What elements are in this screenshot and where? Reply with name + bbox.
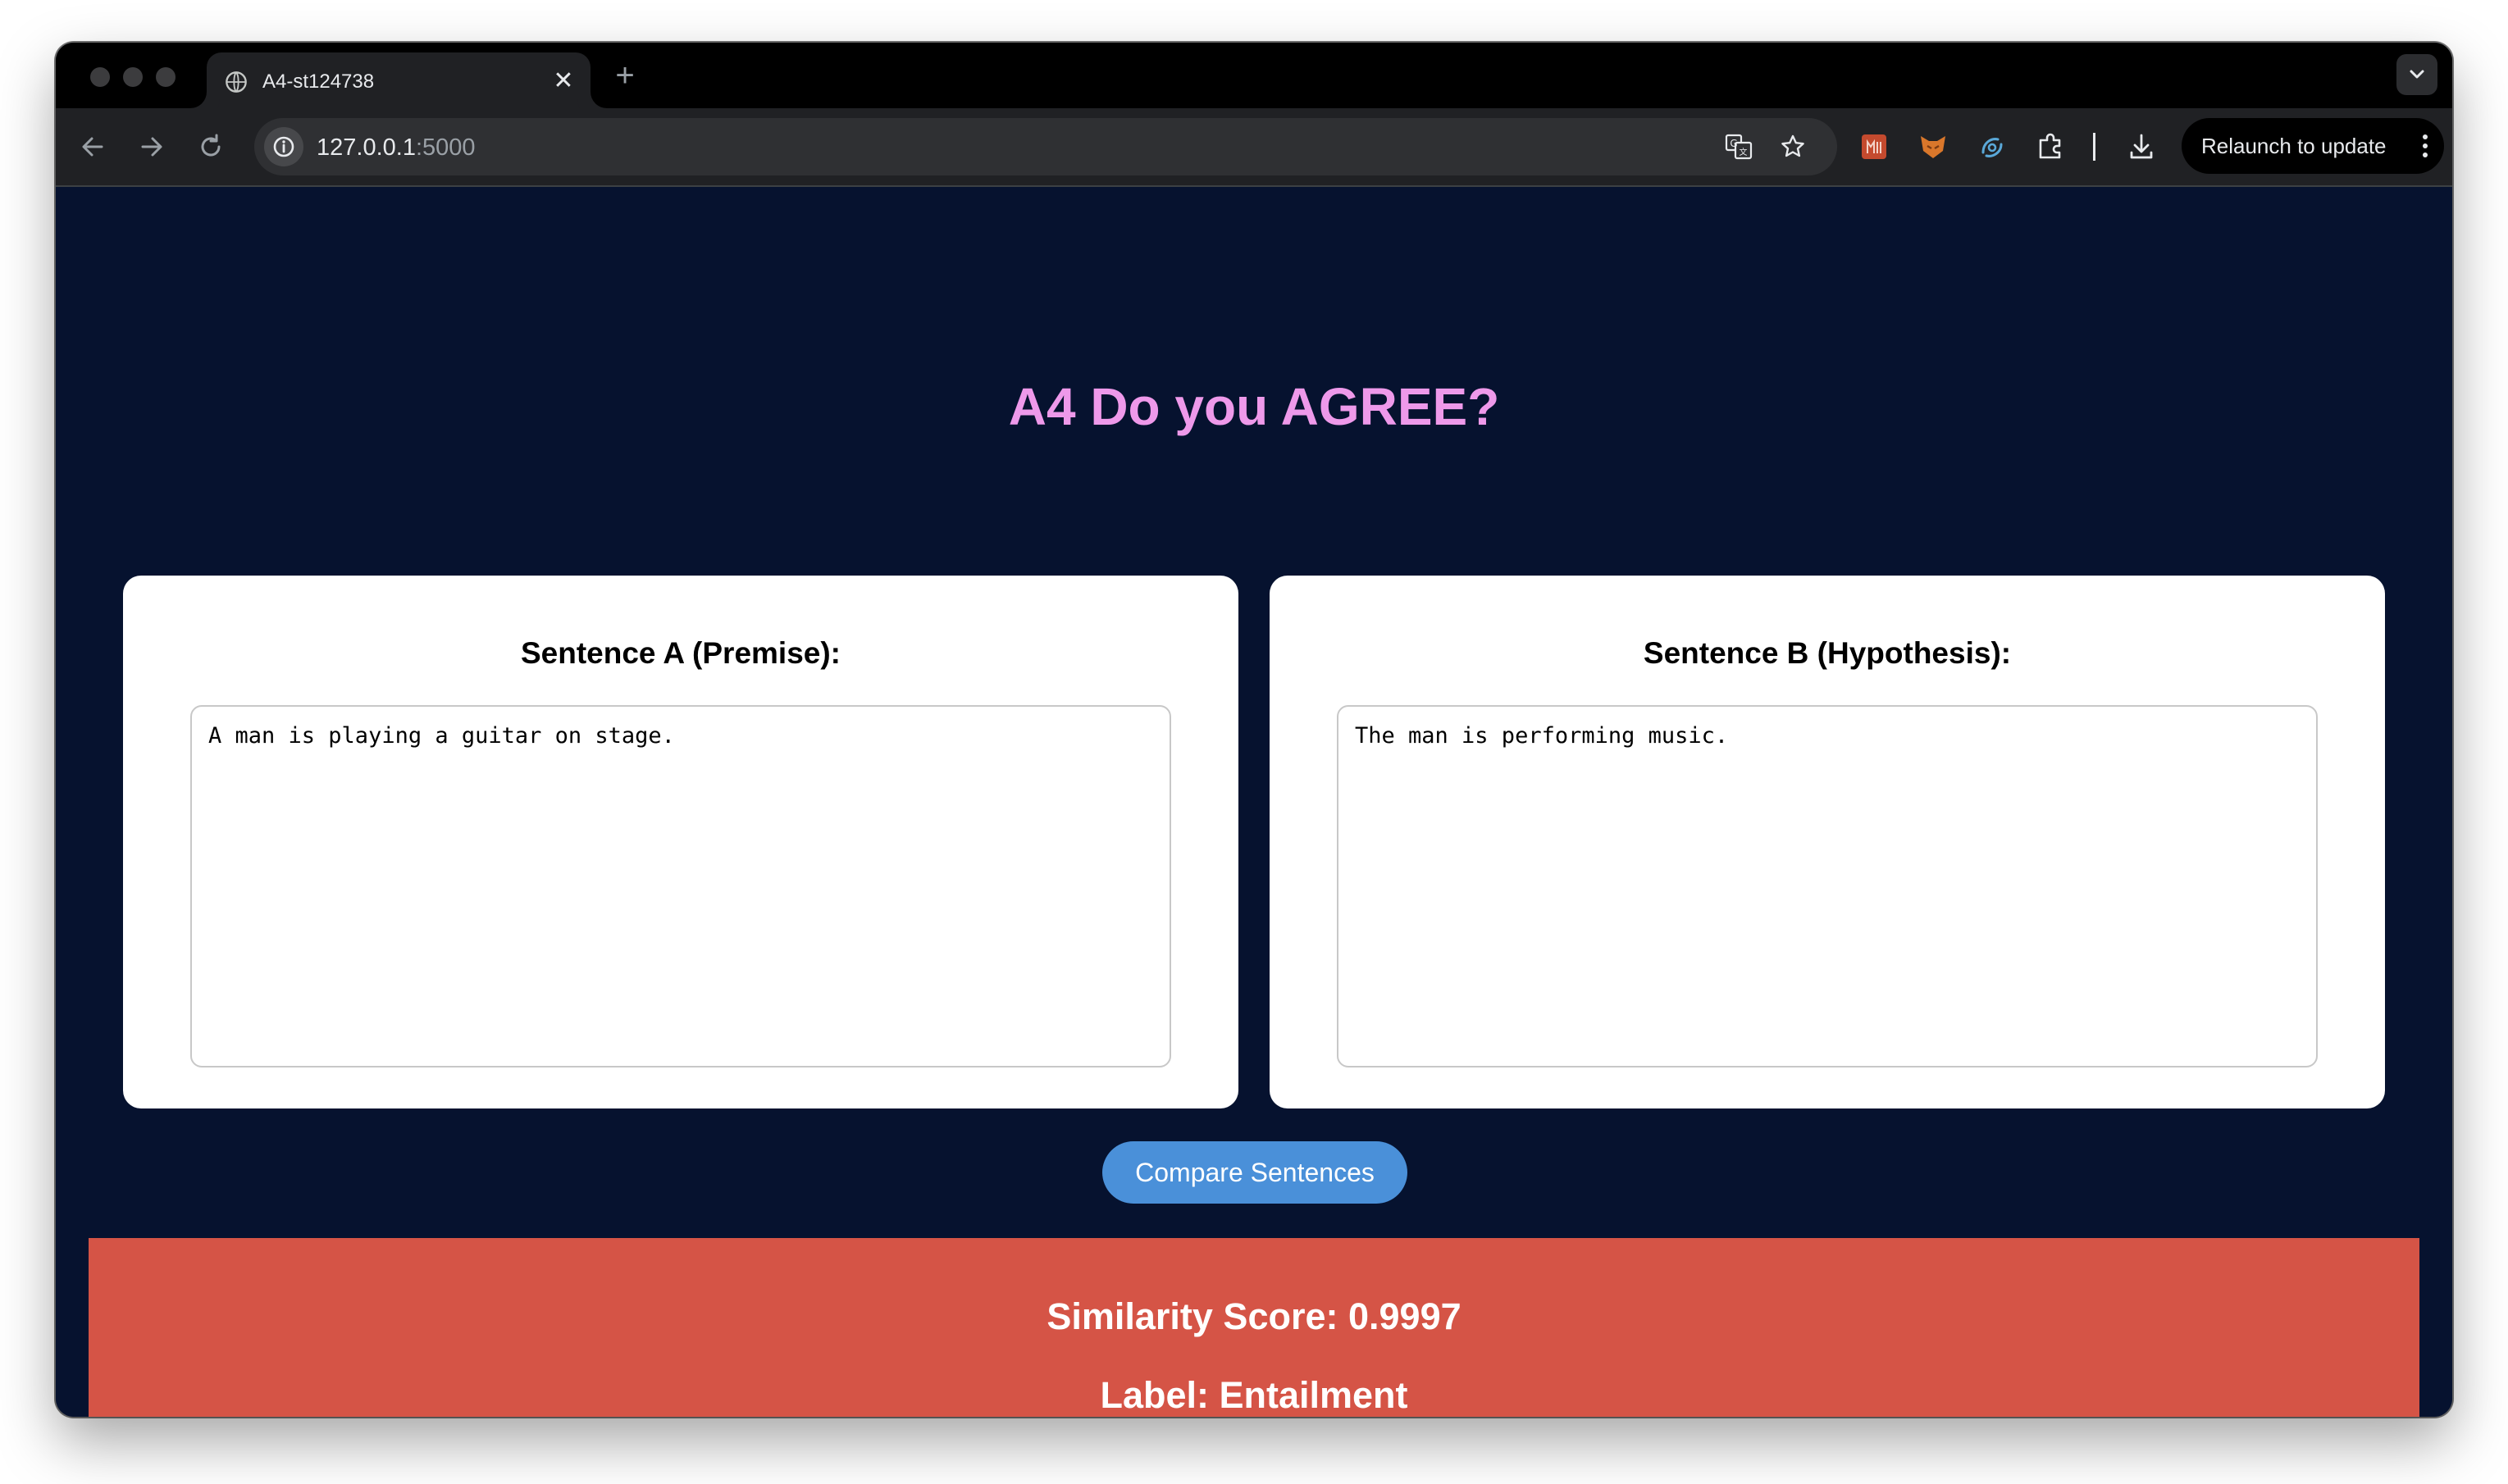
extension-blue-icon[interactable] xyxy=(1973,128,2011,166)
address-bar[interactable]: 127.0.0.1:5000 G 文 xyxy=(254,118,1837,175)
new-tab-button[interactable]: + xyxy=(607,57,643,93)
svg-text:文: 文 xyxy=(1740,147,1748,157)
browser-tab[interactable]: A4-st124738 ✕ xyxy=(207,52,591,108)
hypothesis-label: Sentence B (Hypothesis): xyxy=(1643,636,2012,670)
back-arrow-icon[interactable] xyxy=(72,126,113,167)
hypothesis-card: Sentence B (Hypothesis): The man is perf… xyxy=(1270,576,2385,1108)
premise-label: Sentence A (Premise): xyxy=(521,636,841,670)
compare-sentences-button[interactable]: Compare Sentences xyxy=(1102,1141,1407,1204)
relaunch-update-button[interactable]: Relaunch to update xyxy=(2182,118,2444,174)
chevron-down-icon xyxy=(2410,70,2424,79)
extension-fox-icon[interactable] xyxy=(1914,128,1952,166)
hypothesis-textarea[interactable]: The man is performing music. xyxy=(1337,705,2318,1067)
window-close-button[interactable] xyxy=(90,67,110,87)
address-url[interactable]: 127.0.0.1:5000 xyxy=(317,134,476,162)
premise-card: Sentence A (Premise): A man is playing a… xyxy=(123,576,1238,1108)
tab-title: A4-st124738 xyxy=(262,71,375,93)
browser-window: A4-st124738 ✕ + 127.0.0.1:5000 G 文 Relau… xyxy=(56,43,2452,1417)
tab-strip: A4-st124738 ✕ + xyxy=(56,43,2452,108)
window-maximize-button[interactable] xyxy=(156,67,176,87)
kebab-menu-icon[interactable] xyxy=(2421,133,2429,159)
extensions-puzzle-icon[interactable] xyxy=(2032,128,2070,166)
toolbar-divider xyxy=(2093,133,2095,161)
window-minimize-button[interactable] xyxy=(123,67,143,87)
browser-toolbar: 127.0.0.1:5000 G 文 Relaunch to update xyxy=(56,108,2452,187)
relaunch-label: Relaunch to update xyxy=(2201,134,2387,158)
url-port: :5000 xyxy=(415,134,476,161)
site-info-icon[interactable] xyxy=(264,127,303,166)
premise-textarea[interactable]: A man is playing a guitar on stage. xyxy=(190,705,1171,1067)
translate-icon[interactable]: G 文 xyxy=(1724,132,1753,162)
svg-text:G: G xyxy=(1730,138,1737,149)
page-content: A4 Do you AGREE? Sentence A (Premise): A… xyxy=(56,187,2452,1417)
globe-icon xyxy=(226,71,247,93)
tab-search-button[interactable] xyxy=(2396,54,2437,95)
extension-red-icon[interactable] xyxy=(1855,128,1893,166)
bookmark-star-icon[interactable] xyxy=(1778,132,1808,162)
tab-close-icon[interactable]: ✕ xyxy=(549,67,577,95)
similarity-score: Similarity Score: 0.9997 xyxy=(1047,1295,1461,1337)
result-panel: Similarity Score: 0.9997 Label: Entailme… xyxy=(89,1238,2419,1417)
url-host: 127.0.0.1 xyxy=(317,134,416,161)
page-title: A4 Do you AGREE? xyxy=(1008,377,1500,436)
reload-icon[interactable] xyxy=(190,126,231,167)
entailment-label: Label: Entailment xyxy=(1100,1374,1408,1416)
forward-arrow-icon[interactable] xyxy=(131,126,172,167)
download-icon[interactable] xyxy=(2123,128,2160,166)
